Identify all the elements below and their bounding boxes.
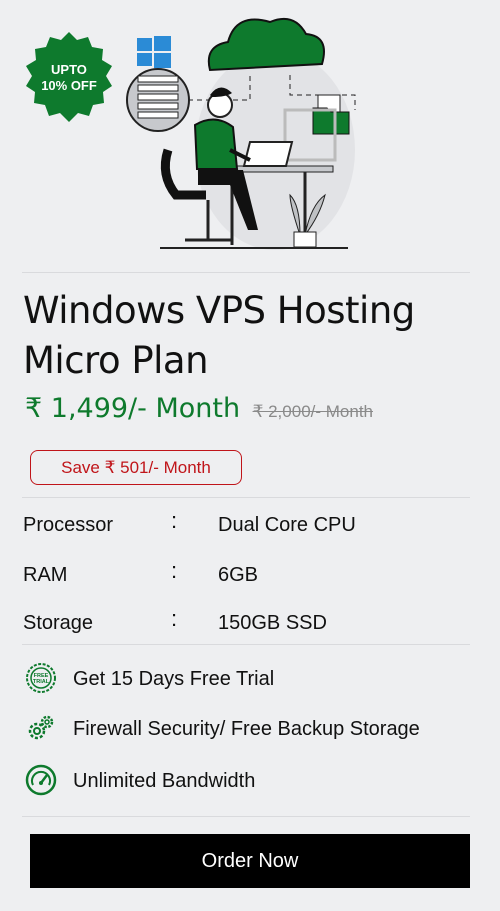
- speedometer-icon: [25, 764, 57, 796]
- order-now-button[interactable]: Order Now: [30, 834, 470, 888]
- badge-line-1: UPTO: [51, 62, 87, 77]
- current-price: ₹ 1,499/- Month: [25, 393, 241, 424]
- spec-row-storage: Storage : 150GB SSD: [23, 606, 483, 642]
- spec-row-processor: Processor : Dual Core CPU: [23, 508, 483, 544]
- spec-label: Storage: [23, 612, 94, 634]
- feature-free-trial: FREE TRIAL Get 15 Days Free Trial: [25, 662, 485, 696]
- feature-bandwidth: Unlimited Bandwidth: [25, 764, 485, 798]
- spec-colon: :: [171, 606, 178, 631]
- spec-value: 150GB SSD: [218, 612, 327, 634]
- feature-firewall: Firewall Security/ Free Backup Storage: [25, 712, 485, 746]
- feature-text: Get 15 Days Free Trial: [73, 668, 275, 690]
- spec-label: Processor: [23, 514, 114, 536]
- gears-icon: [28, 715, 54, 740]
- spec-row-ram: RAM : 6GB: [23, 558, 483, 594]
- svg-text:TRIAL: TRIAL: [33, 679, 50, 685]
- divider: [22, 272, 470, 273]
- plan-title-line-1: Windows VPS Hosting: [23, 289, 415, 332]
- divider: [22, 497, 470, 498]
- feature-text: Firewall Security/ Free Backup Storage: [73, 718, 420, 740]
- plan-title-line-2: Micro Plan: [23, 339, 209, 382]
- spec-value: 6GB: [218, 564, 259, 586]
- plan-title: Windows VPS Hosting Micro Plan: [23, 286, 483, 386]
- divider: [22, 644, 470, 645]
- savings-badge: Save ₹ 501/- Month: [30, 450, 242, 485]
- feature-text: Unlimited Bandwidth: [73, 770, 256, 792]
- spec-colon: :: [171, 558, 178, 583]
- divider: [22, 816, 470, 817]
- discount-badge: UPTO 10% OFF: [20, 30, 118, 128]
- original-price: ₹ 2,000/- Month: [252, 402, 373, 421]
- badge-line-2: 10% OFF: [41, 78, 97, 93]
- spec-label: RAM: [23, 564, 68, 586]
- price-row: ₹ 1,499/- Month ₹ 2,000/- Month: [25, 393, 373, 424]
- free-trial-icon: FREE TRIAL: [26, 663, 56, 693]
- spec-value: Dual Core CPU: [218, 514, 356, 536]
- spec-colon: :: [171, 508, 178, 533]
